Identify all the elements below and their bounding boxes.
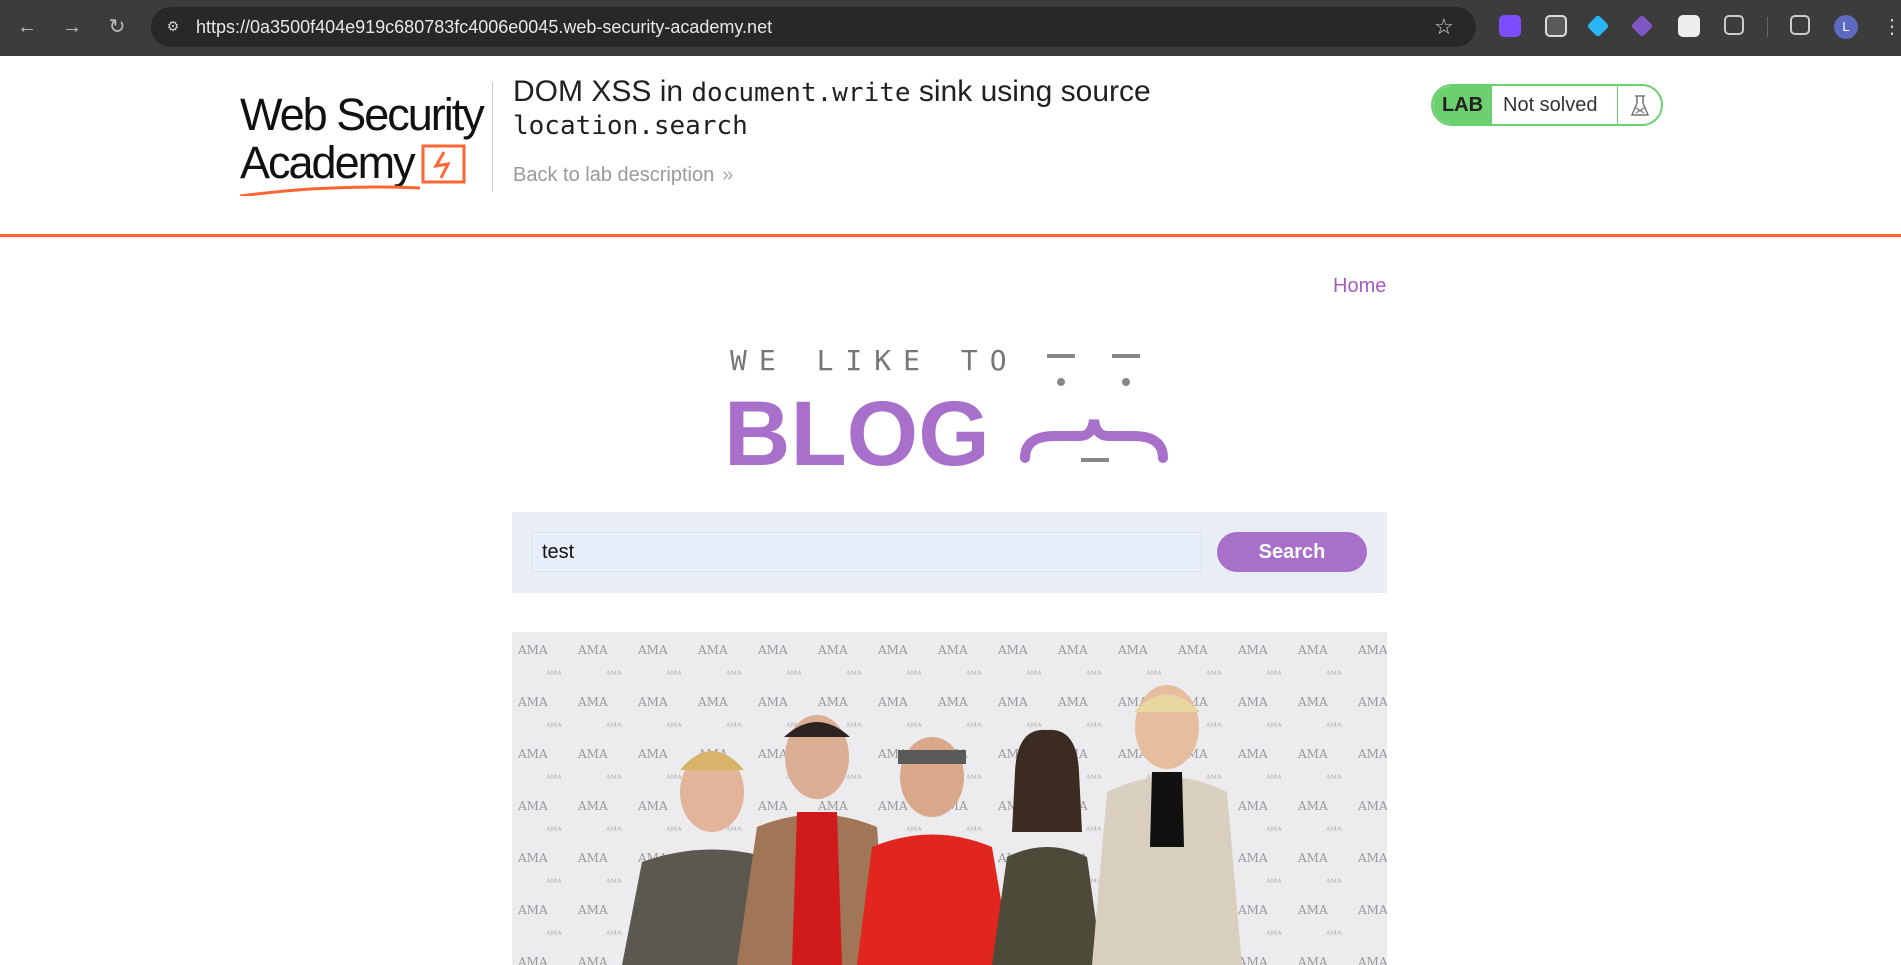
url-text[interactable]: https://0a3500f404e919c680783fc4006e0045…	[196, 16, 772, 38]
flask-icon	[1617, 86, 1661, 124]
lab-title-code-1: document.write	[691, 78, 911, 108]
home-link[interactable]: Home	[1333, 275, 1386, 298]
site-info-icon[interactable]: ⚙	[163, 15, 183, 37]
search-input[interactable]: test	[532, 532, 1202, 572]
lab-title: DOM XSS in document.write sink using sou…	[513, 76, 1213, 142]
logo-line2: Academy	[240, 137, 416, 188]
extension-2-icon[interactable]	[1545, 15, 1567, 37]
search-button[interactable]: Search	[1217, 532, 1367, 572]
blog-post-image[interactable]: AMA ᴬᴹᴬ	[512, 632, 1387, 965]
lab-status-widget: LAB Not solved	[1431, 84, 1663, 126]
toolbar-separator	[1767, 17, 1768, 37]
blog-name: BLOG	[724, 383, 990, 475]
blog-logo: WE LIKE TO BLOG	[724, 344, 1168, 475]
profile-avatar[interactable]: L	[1834, 15, 1858, 39]
band-photo: AMA ᴬᴹᴬ	[512, 632, 1387, 965]
extension-3-icon[interactable]	[1586, 14, 1610, 38]
blog-tagline: WE LIKE TO	[730, 344, 1019, 377]
double-chevron-right-icon: »	[722, 164, 734, 186]
extensions-puzzle-icon[interactable]	[1724, 15, 1744, 35]
web-security-academy-logo[interactable]: Web Security Academy	[240, 84, 490, 196]
kebab-menu-icon[interactable]: ⋮	[1882, 14, 1901, 40]
header-divider	[492, 82, 493, 192]
lab-title-code-2: location.search	[513, 111, 748, 141]
back-icon[interactable]: ←	[14, 14, 40, 40]
extension-1-icon[interactable]	[1499, 15, 1521, 37]
search-form: test Search	[512, 512, 1387, 593]
lab-title-text-2: sink using source	[918, 75, 1151, 108]
bookmark-star-icon[interactable]: ☆	[1434, 14, 1454, 40]
reload-icon[interactable]: ↻	[104, 14, 130, 40]
back-link-label: Back to lab description	[513, 164, 715, 186]
lab-badge: LAB	[1433, 86, 1492, 124]
forward-icon[interactable]: →	[59, 14, 85, 40]
lab-title-text-1: DOM XSS in	[513, 75, 684, 108]
side-panel-icon[interactable]	[1790, 15, 1810, 35]
browser-toolbar: ← → ↻ ⚙ https://0a3500f404e919c680783fc4…	[0, 0, 1901, 56]
back-to-lab-description-link[interactable]: Back to lab description »	[513, 164, 733, 187]
lab-status-text: Not solved	[1503, 94, 1598, 116]
logo-line1: Web Security	[240, 89, 485, 140]
extension-5-icon[interactable]	[1678, 15, 1700, 37]
lab-header: Web Security Academy DOM XSS in document…	[0, 56, 1901, 237]
extension-4-icon[interactable]	[1630, 14, 1654, 38]
